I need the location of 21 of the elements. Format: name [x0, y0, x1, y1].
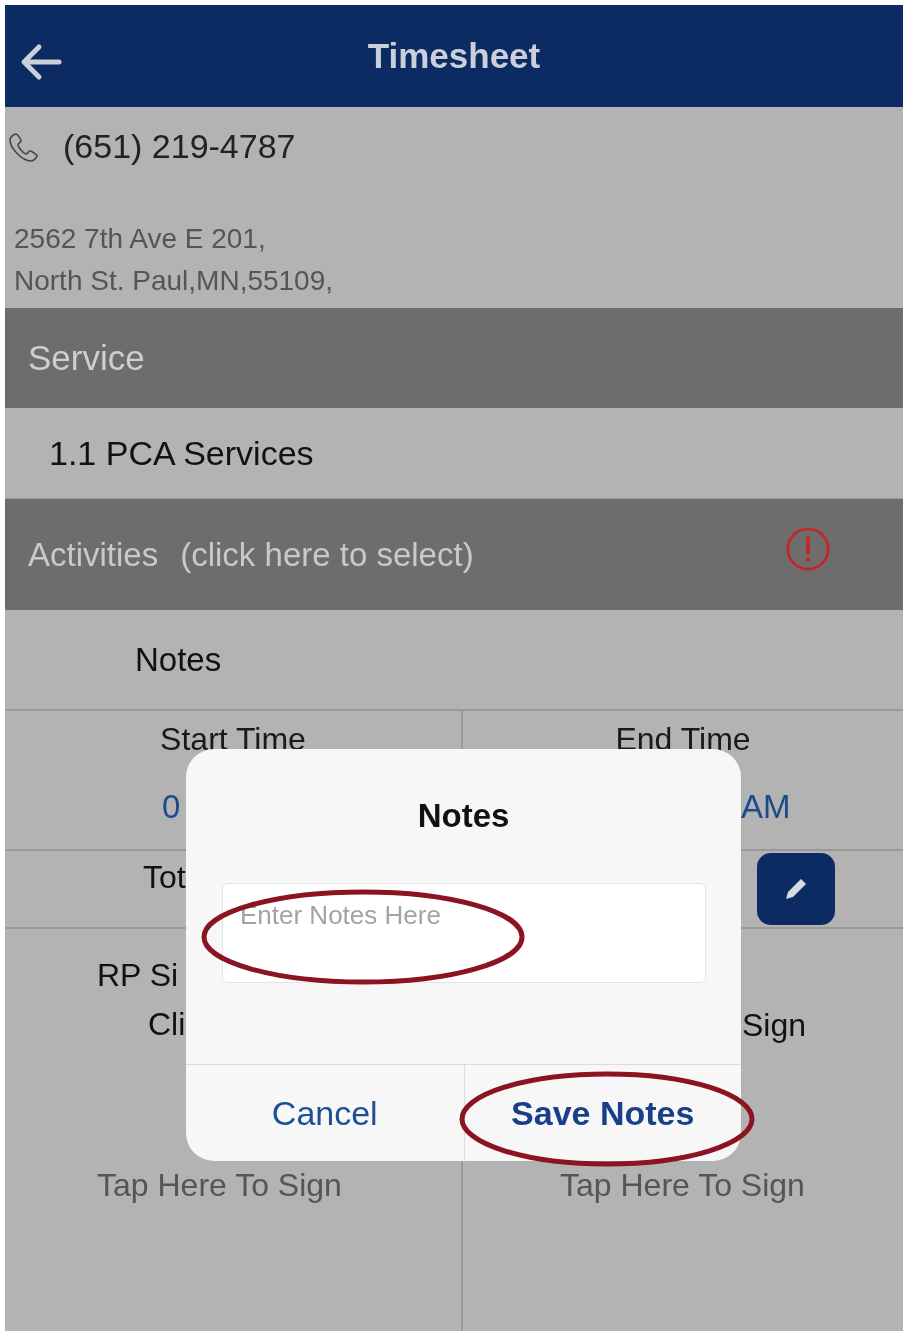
signature-field[interactable]: Tap Here To Sign	[560, 1167, 805, 1204]
time-heading: Start Time	[159, 721, 307, 758]
phone-icon	[9, 131, 39, 162]
service-name: 1.1 PCA Services	[49, 433, 314, 473]
phone-number[interactable]: (651) 219-4787	[63, 127, 296, 166]
signature-label: RP Si	[96, 956, 180, 994]
section-title: Service	[28, 338, 145, 378]
address-line: 2562 7th Ave E 201,	[14, 222, 267, 256]
edit-button[interactable]	[757, 853, 835, 925]
dialog-title: Notes	[416, 797, 511, 835]
signature-label: Sign	[741, 1006, 808, 1044]
address-line: North St. Paul,MN,55109,	[14, 264, 335, 298]
back-arrow-icon[interactable]	[19, 43, 63, 81]
dialog-button[interactable]: Cancel	[186, 1065, 464, 1161]
dialog-button[interactable]: Save Notes	[463, 1065, 741, 1161]
signature-field[interactable]: Tap Here To Sign	[97, 1167, 342, 1204]
notes-label[interactable]: Notes	[135, 640, 222, 679]
total-label: Tot	[142, 858, 187, 896]
activities-selector[interactable]: Activities (click here to select)	[5, 499, 903, 610]
screen-title: Timesheet	[367, 36, 541, 76]
signature-label: Cli	[147, 1005, 187, 1043]
